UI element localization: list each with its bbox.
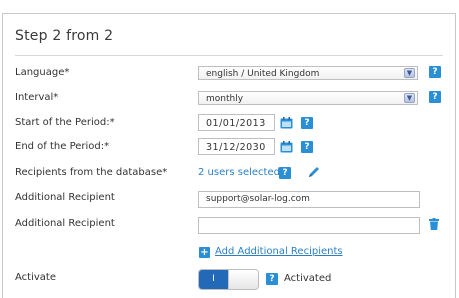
trash-icon[interactable]: [429, 218, 439, 230]
end-date-input[interactable]: 31/12/2030: [198, 138, 275, 155]
interval-value: monthly: [206, 94, 244, 104]
report-form-panel: Step 2 from 2 Language* english / United…: [2, 13, 456, 298]
row-interval: Interval* monthly ▼ ?: [3, 89, 455, 111]
start-date-input[interactable]: 01/01/2013: [198, 114, 275, 131]
row-additional-recipient-1: Additional Recipient support@solar-log.c…: [3, 189, 455, 211]
start-period-label: Start of the Period:*: [15, 117, 115, 128]
chevron-down-icon[interactable]: ▼: [404, 93, 415, 103]
row-add-recipients: + Add Additional Recipients: [3, 245, 455, 267]
row-activate: Activate I ? Activated: [3, 269, 455, 291]
row-end-period: End of the Period:* 31/12/2030 ?: [3, 138, 455, 160]
row-language: Language* english / United Kingdom ▼ ?: [3, 64, 455, 86]
calendar-icon[interactable]: [280, 117, 293, 129]
chevron-down-icon[interactable]: ▼: [404, 68, 415, 78]
help-icon[interactable]: ?: [266, 273, 278, 285]
help-icon[interactable]: ?: [429, 66, 441, 78]
toggle-on-indicator: I: [199, 270, 228, 289]
step-title: Step 2 from 2: [15, 28, 114, 44]
additional-recipient-label: Additional Recipient: [15, 218, 115, 229]
help-icon[interactable]: ?: [279, 167, 291, 179]
end-period-label: End of the Period:*: [15, 141, 110, 152]
language-select[interactable]: english / United Kingdom ▼: [198, 66, 418, 80]
toggle-knob[interactable]: [228, 270, 258, 289]
recipients-database-label: Recipients from the database*: [15, 167, 168, 178]
row-additional-recipient-2: Additional Recipient: [3, 215, 455, 237]
add-additional-recipients-link[interactable]: Add Additional Recipients: [215, 246, 343, 257]
calendar-icon[interactable]: [280, 141, 293, 153]
additional-recipient-label: Additional Recipient: [15, 192, 115, 203]
interval-select[interactable]: monthly ▼: [198, 91, 418, 105]
language-value: english / United Kingdom: [206, 69, 320, 79]
activate-toggle[interactable]: I: [198, 269, 259, 290]
plus-icon[interactable]: +: [199, 247, 210, 258]
pencil-icon[interactable]: [307, 165, 321, 179]
divider: [15, 55, 443, 56]
row-recipients-database: Recipients from the database* 2 users se…: [3, 164, 455, 186]
row-start-period: Start of the Period:* 01/01/2013 ?: [3, 114, 455, 136]
help-icon[interactable]: ?: [301, 141, 313, 153]
activated-status: Activated: [284, 273, 332, 284]
interval-label: Interval*: [15, 92, 59, 103]
users-selected-link[interactable]: 2 users selected: [198, 167, 280, 178]
language-label: Language*: [15, 67, 70, 78]
additional-recipient-input[interactable]: [198, 217, 420, 234]
help-icon[interactable]: ?: [429, 91, 441, 103]
additional-recipient-input[interactable]: support@solar-log.com: [198, 191, 420, 208]
activate-label: Activate: [15, 272, 56, 283]
help-icon[interactable]: ?: [301, 117, 313, 129]
